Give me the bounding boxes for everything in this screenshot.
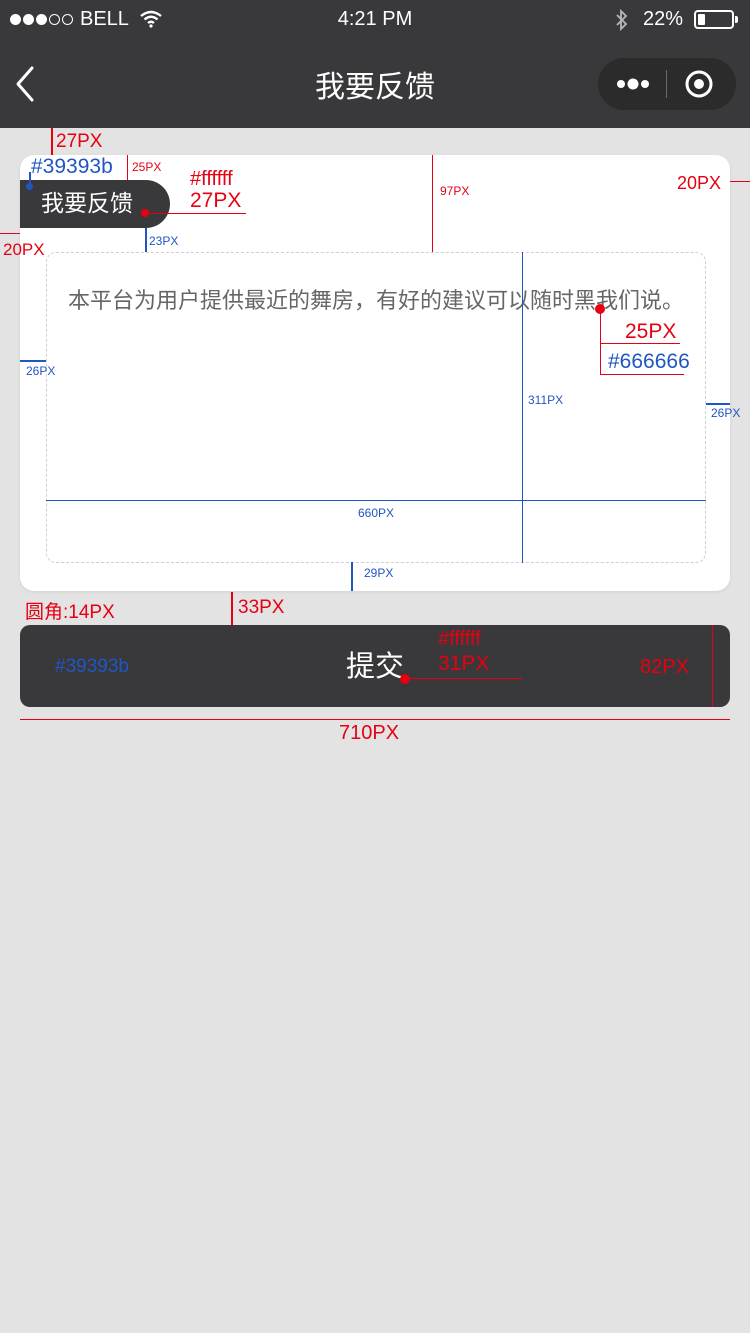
annotation-line: [405, 678, 522, 679]
more-dots-icon: [617, 78, 649, 90]
annotation-27px-font: 27PX: [190, 189, 242, 212]
annotation-line: [432, 155, 433, 252]
more-button[interactable]: [598, 58, 666, 110]
annotation-311px: 311PX: [528, 393, 564, 407]
annotation-710px: 710PX: [339, 722, 400, 744]
annotation-82px: 82PX: [640, 656, 689, 678]
annotation-25px-font: 25PX: [625, 320, 677, 343]
annotation-26px-left: 26PX: [26, 364, 56, 378]
annotation-color-666666: #666666: [608, 350, 690, 373]
close-button[interactable]: [668, 58, 736, 110]
feedback-tag: 我要反馈: [20, 180, 170, 228]
annotation-line: [145, 228, 147, 252]
annotation-25px-small: 25PX: [132, 160, 162, 174]
mini-program-capsule: [598, 58, 736, 110]
annotation-23px: 23PX: [149, 234, 179, 248]
battery-fill: [698, 14, 705, 25]
annotation-radius-14px: 圆角:14PX: [25, 602, 115, 623]
annotation-line: [20, 719, 730, 720]
annotation-color-ffffff: #ffffff: [190, 168, 233, 190]
annotation-20px-right: 20PX: [677, 173, 722, 193]
annotation-line: [706, 403, 730, 405]
annotation-line: [46, 500, 706, 501]
battery-tip: [735, 16, 738, 23]
annotation-line: [351, 562, 353, 591]
bluetooth-icon: [616, 9, 628, 31]
feedback-textarea-text: 本平台为用户提供最近的舞房，有好的建议可以随时黑我们说。: [68, 289, 685, 314]
annotation-dot: [141, 209, 149, 217]
annotation-line: [600, 374, 684, 375]
target-close-icon: [685, 70, 713, 98]
status-time: 4:21 PM: [337, 8, 413, 30]
annotation-line: [231, 592, 233, 625]
annotation-line: [51, 128, 53, 155]
annotation-line: [522, 252, 523, 563]
annotation-line: [730, 181, 750, 182]
annotation-20px-left: 20PX: [3, 240, 45, 259]
annotation-27px-top: 27PX: [56, 131, 103, 152]
battery-icon: [694, 10, 734, 29]
annotation-line: [0, 233, 20, 234]
annotation-29px: 29PX: [364, 566, 394, 580]
battery-percent: 22%: [643, 8, 684, 30]
annotation-33px: 33PX: [238, 597, 285, 618]
annotation-dot: [26, 183, 33, 190]
annotation-color-39393b: #39393b: [31, 155, 113, 178]
annotation-97px: 97PX: [440, 184, 470, 198]
annotation-color-39393b-btn: #39393b: [55, 656, 129, 677]
annotation-line: [600, 309, 601, 375]
annotation-line: [20, 360, 46, 362]
nav-bar: 我要反馈: [0, 40, 750, 128]
annotation-31px: 31PX: [438, 652, 490, 675]
annotation-line: [146, 213, 246, 214]
annotation-26px-right: 26PX: [711, 406, 741, 420]
annotation-660px: 660PX: [358, 506, 395, 520]
capsule-divider: [666, 70, 667, 98]
annotation-color-ffffff-btn: #ffffff: [438, 628, 481, 650]
status-bar: BELL 4:21 PM 22%: [0, 0, 750, 40]
annotation-line: [712, 625, 713, 707]
annotation-dot: [400, 674, 410, 684]
annotation-line: [127, 155, 128, 180]
